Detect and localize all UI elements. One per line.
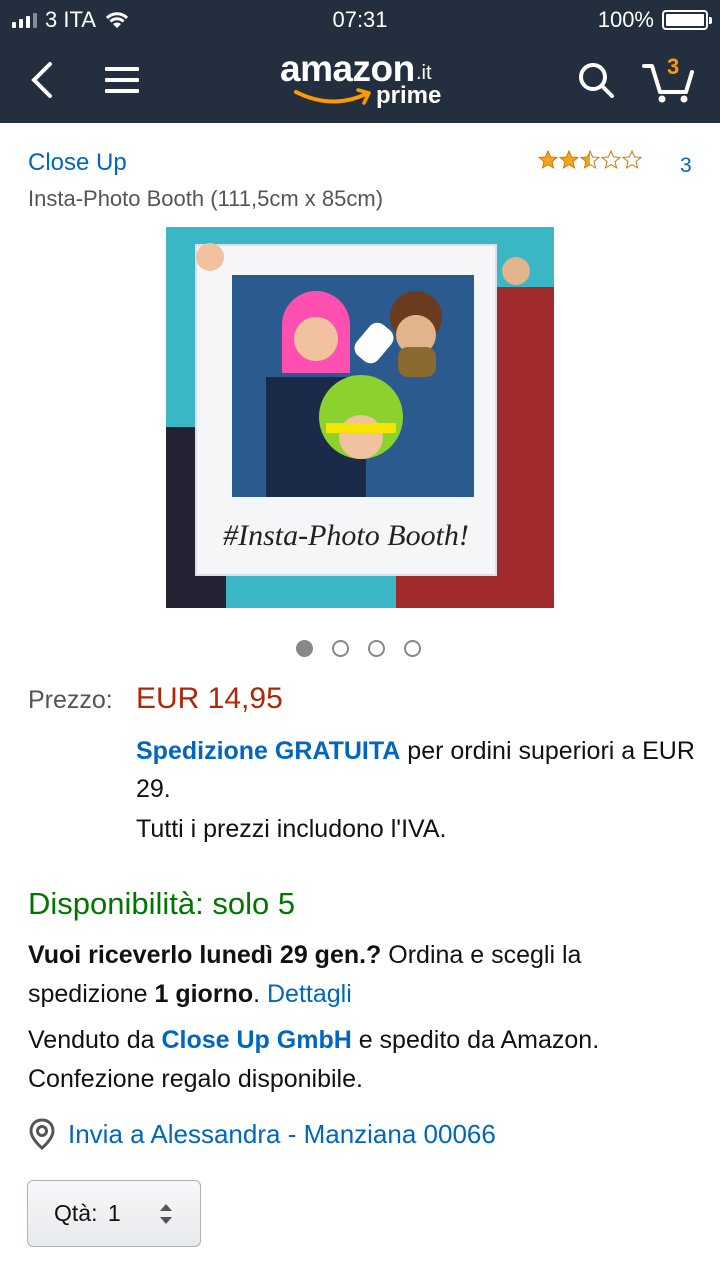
star-full-icon <box>538 150 558 170</box>
quantity-select[interactable]: Qtà: 1 <box>27 1180 201 1247</box>
deliver-to-link[interactable]: Invia a Alessandra - Manziana 00066 <box>28 1118 496 1150</box>
star-full-icon <box>559 150 579 170</box>
seller-info: Venduto da Close Up GmbH e spedito da Am… <box>28 1021 708 1099</box>
free-shipping-link[interactable]: Spedizione GRATUITA <box>136 737 400 765</box>
delivery-question: Vuoi riceverlo lunedì 29 gen.? <box>28 941 382 969</box>
search-button[interactable] <box>566 50 626 110</box>
star-rating[interactable] <box>538 150 642 170</box>
amazon-prime-logo[interactable]: amazon .it prime <box>272 48 452 116</box>
details-link[interactable]: Dettagli <box>267 980 352 1008</box>
brand-link[interactable]: Close Up <box>28 149 127 177</box>
product-image[interactable]: #Insta-Photo Booth! <box>166 227 554 608</box>
product-title: Insta-Photo Booth (111,5cm x 85cm) <box>28 186 384 211</box>
menu-icon <box>105 67 139 93</box>
star-half-icon <box>580 150 600 170</box>
quantity-value: 1 <box>107 1200 121 1226</box>
back-icon <box>31 62 52 98</box>
pager-dot[interactable] <box>332 640 349 657</box>
delivery-speed: 1 giorno <box>154 980 254 1008</box>
star-empty-icon <box>622 150 642 170</box>
battery-icon <box>662 10 712 30</box>
availability-status: Disponibilità: solo 5 <box>28 886 296 921</box>
quantity-label: Qtà: <box>54 1200 98 1226</box>
seller-suffix: e spedito da Amazon. <box>351 1026 600 1054</box>
seller-prefix: Venduto da <box>28 1026 162 1054</box>
menu-button[interactable] <box>92 50 152 110</box>
logo-prime: prime <box>376 82 442 109</box>
gift-wrap-note: Confezione regalo disponibile. <box>28 1065 363 1093</box>
smile-icon <box>294 88 371 105</box>
shipping-info: Spedizione GRATUITA per ordini superiori… <box>136 732 696 808</box>
delivery-info: Vuoi riceverlo lunedì 29 gen.? Ordina e … <box>28 936 698 1014</box>
pager-dot[interactable] <box>404 640 421 657</box>
delivery-sep: . <box>253 980 267 1008</box>
image-caption: #Insta-Photo Booth! <box>223 519 469 552</box>
cart-button[interactable]: 3 <box>638 50 698 110</box>
battery-percent: 100% <box>597 7 654 32</box>
seller-link[interactable]: Close Up GmbH <box>161 1026 351 1054</box>
top-bar: 3 ITA 07:31 100% amazon .it prime 3 <box>0 0 720 123</box>
status-bar: 3 ITA 07:31 100% <box>0 0 720 40</box>
status-right: 100% <box>597 7 712 33</box>
search-icon <box>579 63 614 98</box>
price-value: EUR 14,95 <box>136 682 283 715</box>
pager-dot-active[interactable] <box>296 640 313 657</box>
back-button[interactable] <box>12 50 72 110</box>
pager-dot[interactable] <box>368 640 385 657</box>
rating-count-link[interactable]: 3 <box>680 154 692 178</box>
photo-booth-illustration: #Insta-Photo Booth! <box>166 227 554 608</box>
nav-bar: amazon .it prime 3 <box>0 40 720 123</box>
location-pin-icon <box>29 1118 55 1150</box>
star-empty-icon <box>601 150 621 170</box>
cart-count: 3 <box>667 54 680 79</box>
vat-note: Tutti i prezzi includono l'IVA. <box>136 815 447 843</box>
image-pager[interactable] <box>296 640 421 657</box>
deliver-to-label: Invia a Alessandra - Manziana 00066 <box>68 1118 496 1149</box>
price-label: Prezzo: <box>28 686 113 714</box>
updown-arrows-icon <box>160 1204 172 1224</box>
